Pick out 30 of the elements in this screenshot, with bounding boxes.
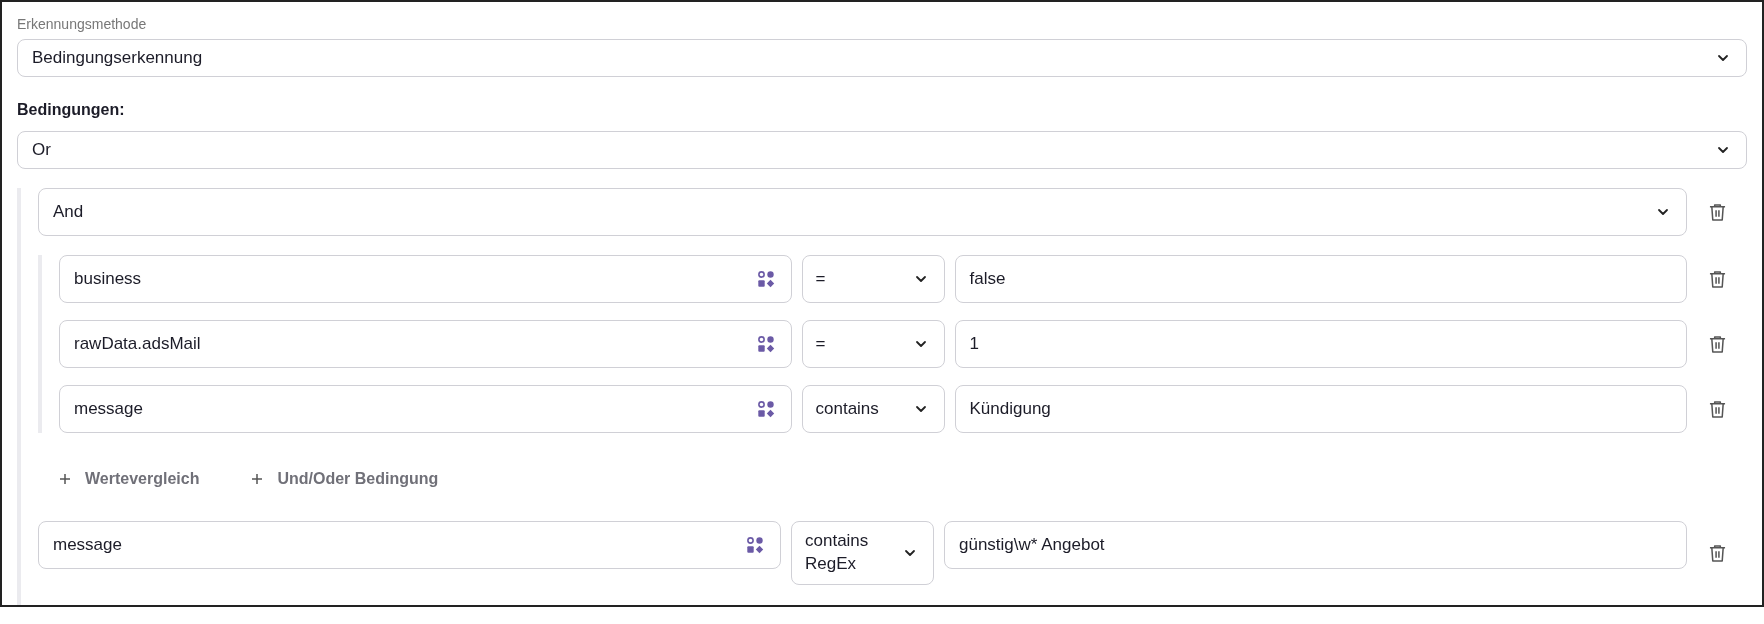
variable-field[interactable]: business: [59, 255, 792, 303]
operator-dropdown[interactable]: =: [801, 255, 945, 303]
variable-icon: [756, 400, 775, 418]
value-field[interactable]: Kündigung: [954, 385, 1687, 433]
value-field[interactable]: 1: [954, 320, 1687, 368]
variable-field[interactable]: message: [59, 385, 792, 433]
variable-icon: [746, 536, 764, 554]
plus-icon: [251, 473, 264, 485]
field-label: Erkennungsmethode: [17, 16, 147, 32]
delete-icon[interactable]: [1708, 269, 1726, 289]
delete-icon[interactable]: [1708, 334, 1726, 354]
operator-dropdown[interactable]: Or: [17, 131, 1747, 169]
variable-field[interactable]: message: [38, 521, 781, 569]
operator-dropdown[interactable]: contains RegEx: [791, 521, 934, 585]
operator-dropdown[interactable]: =: [801, 320, 945, 368]
add-condition-button[interactable]: Wertevergleich: [59, 464, 200, 494]
plus-icon: [59, 473, 71, 485]
operator-dropdown[interactable]: contains: [801, 385, 945, 433]
section-heading: Bedingungen:: [17, 101, 125, 119]
delete-icon[interactable]: [1708, 543, 1726, 563]
variable-icon: [756, 335, 775, 353]
variable-field[interactable]: rawData.adsMail: [59, 320, 792, 368]
delete-icon[interactable]: [1708, 399, 1726, 419]
operator-dropdown[interactable]: And: [38, 188, 1687, 236]
add-condition-button[interactable]: Und/Oder Bedingung: [251, 464, 439, 494]
variable-icon: [756, 270, 775, 288]
value-field[interactable]: false: [954, 255, 1687, 303]
value-field[interactable]: günstig\w* Angebot: [944, 521, 1687, 569]
method-dropdown[interactable]: Bedingungserkennung: [17, 39, 1747, 77]
delete-icon[interactable]: [1708, 202, 1726, 222]
